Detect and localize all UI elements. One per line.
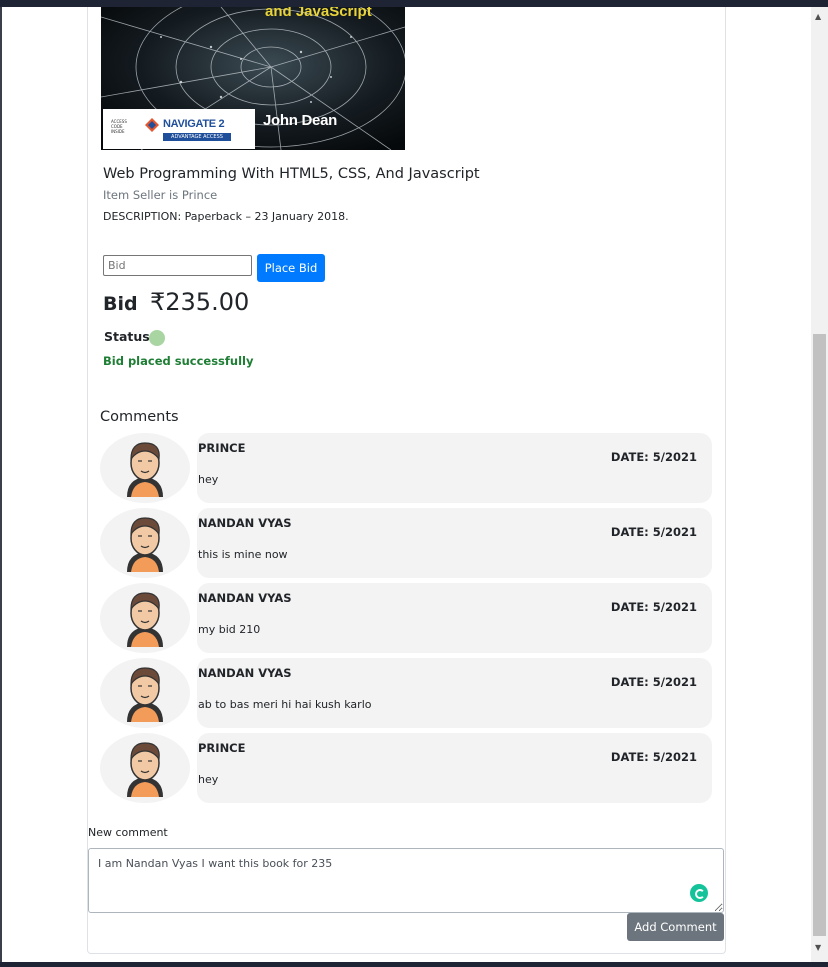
- window-top-bar: [0, 0, 828, 7]
- comment-date: DATE: 5/2021: [610, 600, 697, 614]
- scrollbar-thumb[interactable]: [813, 334, 826, 936]
- comment-bubble: [197, 733, 712, 803]
- comment-item: NANDAN VYAS DATE: 5/2021 this is mine no…: [100, 508, 712, 578]
- new-comment-textarea[interactable]: I am Nandan Vyas I want this book for 23…: [88, 848, 724, 913]
- comment-bubble: [197, 433, 712, 503]
- comment-author: NANDAN VYAS: [198, 591, 292, 605]
- avatar: [100, 733, 190, 803]
- publisher-badge: ACCESS CODE INSIDE NAVIGATE 2 ADVANTAGE …: [103, 109, 255, 149]
- user-avatar-icon: [127, 517, 163, 572]
- comment-text: ab to bas meri hi hai kush karlo: [198, 698, 372, 711]
- description-text: DESCRIPTION: Paperback – 23 January 2018…: [103, 210, 349, 223]
- cover-author-text: John Dean: [263, 112, 337, 129]
- navigate-brand-text: NAVIGATE 2: [163, 118, 225, 130]
- window-left-edge: [0, 7, 2, 962]
- bid-label: Bid: [103, 293, 138, 315]
- new-comment-label: New comment: [88, 826, 168, 839]
- comment-date: DATE: 5/2021: [610, 675, 697, 689]
- user-avatar-icon: [127, 442, 163, 497]
- comment-date: DATE: 5/2021: [610, 525, 697, 539]
- comment-date: DATE: 5/2021: [610, 750, 697, 764]
- navigate-logo-icon: [145, 118, 159, 132]
- comment-item: PRINCE DATE: 5/2021 hey: [100, 433, 712, 503]
- status-indicator-icon: [149, 330, 165, 346]
- bid-input[interactable]: [103, 255, 252, 276]
- book-cover-image: and JavaScript ACCESS CODE INSIDE NAVIGA…: [101, 7, 405, 150]
- avatar: [100, 508, 190, 578]
- bid-amount: ₹235.00: [150, 288, 250, 316]
- comment-date: DATE: 5/2021: [610, 450, 697, 464]
- comment-item: NANDAN VYAS DATE: 5/2021 my bid 210: [100, 583, 712, 653]
- book-title: Web Programming With HTML5, CSS, And Jav…: [103, 166, 480, 182]
- comment-text: hey: [198, 473, 219, 486]
- comment-text: this is mine now: [198, 548, 288, 561]
- avatar: [100, 658, 190, 728]
- place-bid-button[interactable]: Place Bid: [257, 254, 325, 282]
- scroll-up-arrow-icon[interactable]: ▲: [815, 13, 821, 21]
- cover-title-text: and JavaScript: [265, 7, 372, 20]
- window-bottom-bar: [0, 962, 828, 967]
- user-avatar-icon: [127, 667, 163, 722]
- comments-heading: Comments: [100, 409, 179, 425]
- comment-text: hey: [198, 773, 219, 786]
- add-comment-button[interactable]: Add Comment: [627, 913, 724, 941]
- comment-author: NANDAN VYAS: [198, 516, 292, 530]
- comment-item: PRINCE DATE: 5/2021 hey: [100, 733, 712, 803]
- scroll-down-arrow-icon[interactable]: ▼: [815, 944, 821, 952]
- access-code-text: ACCESS CODE INSIDE: [111, 119, 127, 134]
- comment-item: NANDAN VYAS DATE: 5/2021 ab to bas meri …: [100, 658, 712, 728]
- seller-text: Item Seller is Prince: [103, 188, 218, 202]
- avatar: [100, 433, 190, 503]
- advantage-access-text: ADVANTAGE ACCESS: [163, 133, 231, 141]
- comment-author: NANDAN VYAS: [198, 666, 292, 680]
- page-scrollbar[interactable]: ▲ ▼: [811, 7, 828, 962]
- status-label: Status: [104, 329, 150, 344]
- comment-text: my bid 210: [198, 623, 261, 636]
- user-avatar-icon: [127, 592, 163, 647]
- comment-author: PRINCE: [198, 441, 246, 455]
- user-avatar-icon: [127, 742, 163, 797]
- grammarly-icon[interactable]: [690, 884, 708, 902]
- avatar: [100, 583, 190, 653]
- status-message: Bid placed successfully: [103, 354, 254, 368]
- comment-author: PRINCE: [198, 741, 246, 755]
